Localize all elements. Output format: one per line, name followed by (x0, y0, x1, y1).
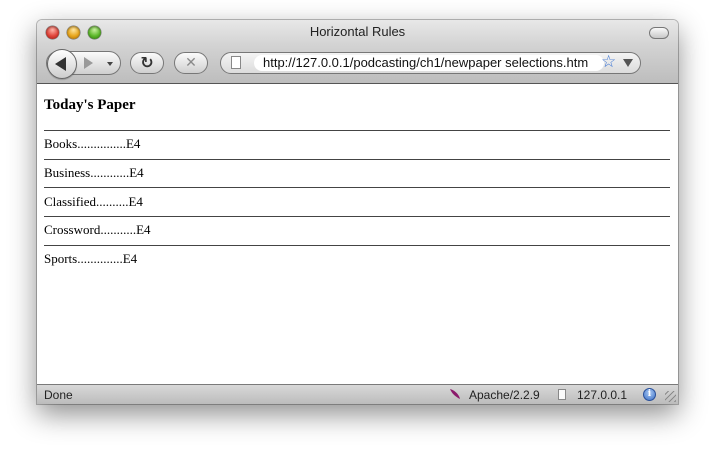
title-bar: Horizontal Rules ↻ ✕ http://127.0.0.1/po… (37, 20, 678, 84)
back-arrow-icon (55, 57, 66, 71)
toolbar-toggle-button[interactable] (649, 27, 669, 39)
url-input[interactable]: http://127.0.0.1/podcasting/ch1/newpaper… (254, 55, 604, 71)
horizontal-rule (44, 187, 670, 188)
section-item-crossword: Crossword...........E4 (44, 222, 151, 237)
window-title: Horizontal Rules (309, 24, 406, 39)
reload-button[interactable]: ↻ (130, 52, 164, 74)
info-icon[interactable]: i (643, 388, 656, 401)
stop-button[interactable]: ✕ (174, 52, 208, 74)
status-bar: Done Apache/2.2.9 127.0.0.1 i (37, 384, 678, 404)
section-item-sports: Sports..............E4 (44, 251, 138, 266)
section-item-books: Books...............E4 (44, 136, 141, 151)
horizontal-rule (44, 245, 670, 246)
forward-button[interactable] (84, 57, 93, 69)
horizontal-rule (44, 159, 670, 160)
resize-grip-icon[interactable] (665, 391, 676, 402)
history-dropdown-icon[interactable] (107, 62, 113, 66)
section-item-business: Business............E4 (44, 165, 144, 180)
apache-feather-icon (450, 389, 460, 399)
server-info: Apache/2.2.9 (469, 388, 540, 402)
horizontal-rule (44, 216, 670, 217)
browser-window: Horizontal Rules ↻ ✕ http://127.0.0.1/po… (37, 20, 678, 404)
address-bar[interactable]: http://127.0.0.1/podcasting/ch1/newpaper… (220, 52, 641, 74)
back-button[interactable] (47, 49, 77, 79)
document-icon (558, 389, 566, 400)
host-info: 127.0.0.1 (577, 388, 628, 402)
bookmark-star-icon[interactable]: ☆ (601, 53, 616, 72)
horizontal-rule (44, 130, 670, 131)
status-text: Done (44, 388, 73, 402)
page-icon (231, 56, 241, 69)
section-item-classified: Classified..........E4 (44, 194, 143, 209)
navigation-buttons (46, 49, 121, 79)
url-dropdown-icon[interactable] (623, 59, 633, 67)
page-content: Today's Paper Books...............E4 Bus… (37, 84, 678, 384)
page-heading: Today's Paper (44, 97, 136, 113)
